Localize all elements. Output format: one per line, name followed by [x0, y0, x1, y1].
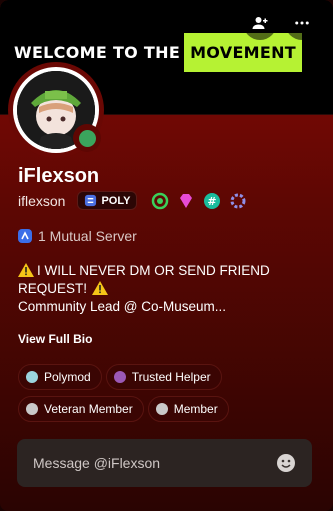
role-color-dot	[113, 371, 126, 383]
server-tag[interactable]: POLY	[77, 191, 138, 210]
emoji-icon[interactable]	[276, 453, 296, 473]
role-pill[interactable]: Trusted Helper	[105, 364, 222, 390]
hashtag-badge-icon[interactable]: #	[203, 192, 221, 210]
mutual-server-icon	[18, 229, 32, 243]
banner-highlight-text: MOVEMENT	[184, 33, 303, 72]
mutual-servers-text: 1 Mutual Server	[38, 228, 137, 244]
username[interactable]: iflexson	[18, 193, 65, 209]
banner-welcome-text: WELCOME TO THE	[14, 43, 181, 62]
username-row: iflexson POLY #	[18, 191, 247, 210]
nitro-badge-icon[interactable]	[229, 192, 247, 210]
online-status-indicator	[73, 124, 101, 152]
role-color-dot	[26, 403, 38, 415]
message-input-placeholder: Message @iFlexson	[33, 455, 161, 471]
display-name: iFlexson	[18, 165, 100, 187]
bio-line-2: Community Lead @ Co-Museum...	[18, 299, 227, 314]
pink-gem-icon[interactable]	[177, 192, 195, 210]
role-label: Polymod	[44, 370, 91, 384]
warning-icon	[92, 281, 109, 295]
role-color-dot	[26, 371, 38, 383]
server-tag-label: POLY	[101, 194, 131, 207]
roles-list: Polymod Trusted Helper Veteran Member Me…	[18, 364, 318, 422]
bio: I WILL NEVER DM OR SEND FRIEND REQUEST! …	[18, 262, 318, 316]
poly-tag-icon	[85, 194, 97, 207]
role-color-dot	[155, 403, 168, 415]
role-label: Member	[173, 402, 218, 416]
more-options-button[interactable]	[285, 6, 319, 40]
profile-popout: WELCOME TO THE MOVEMENT iFlexson iflexso…	[0, 0, 333, 511]
mutual-servers[interactable]: 1 Mutual Server	[18, 228, 137, 244]
status-dot	[78, 129, 96, 147]
green-hypesquad-icon[interactable]	[151, 192, 169, 210]
message-input[interactable]: Message @iFlexson	[17, 439, 312, 487]
add-friend-icon	[252, 17, 268, 29]
role-pill[interactable]: Veteran Member	[18, 396, 144, 422]
warning-icon	[18, 263, 34, 277]
view-full-bio-link[interactable]: View Full Bio	[18, 332, 92, 346]
profile-badges: #	[151, 192, 247, 210]
bio-line-1: I WILL NEVER DM OR SEND FRIEND REQUEST!	[18, 262, 318, 298]
role-label: Trusted Helper	[131, 370, 211, 384]
bio-warning-text: I WILL NEVER DM OR SEND FRIEND REQUEST!	[18, 263, 270, 296]
role-label: Veteran Member	[44, 402, 133, 416]
svg-text:#: #	[208, 195, 217, 208]
more-icon	[295, 21, 309, 25]
role-pill[interactable]: Polymod	[18, 364, 102, 390]
role-pill[interactable]: Member	[147, 396, 229, 422]
add-friend-button[interactable]	[243, 6, 277, 40]
